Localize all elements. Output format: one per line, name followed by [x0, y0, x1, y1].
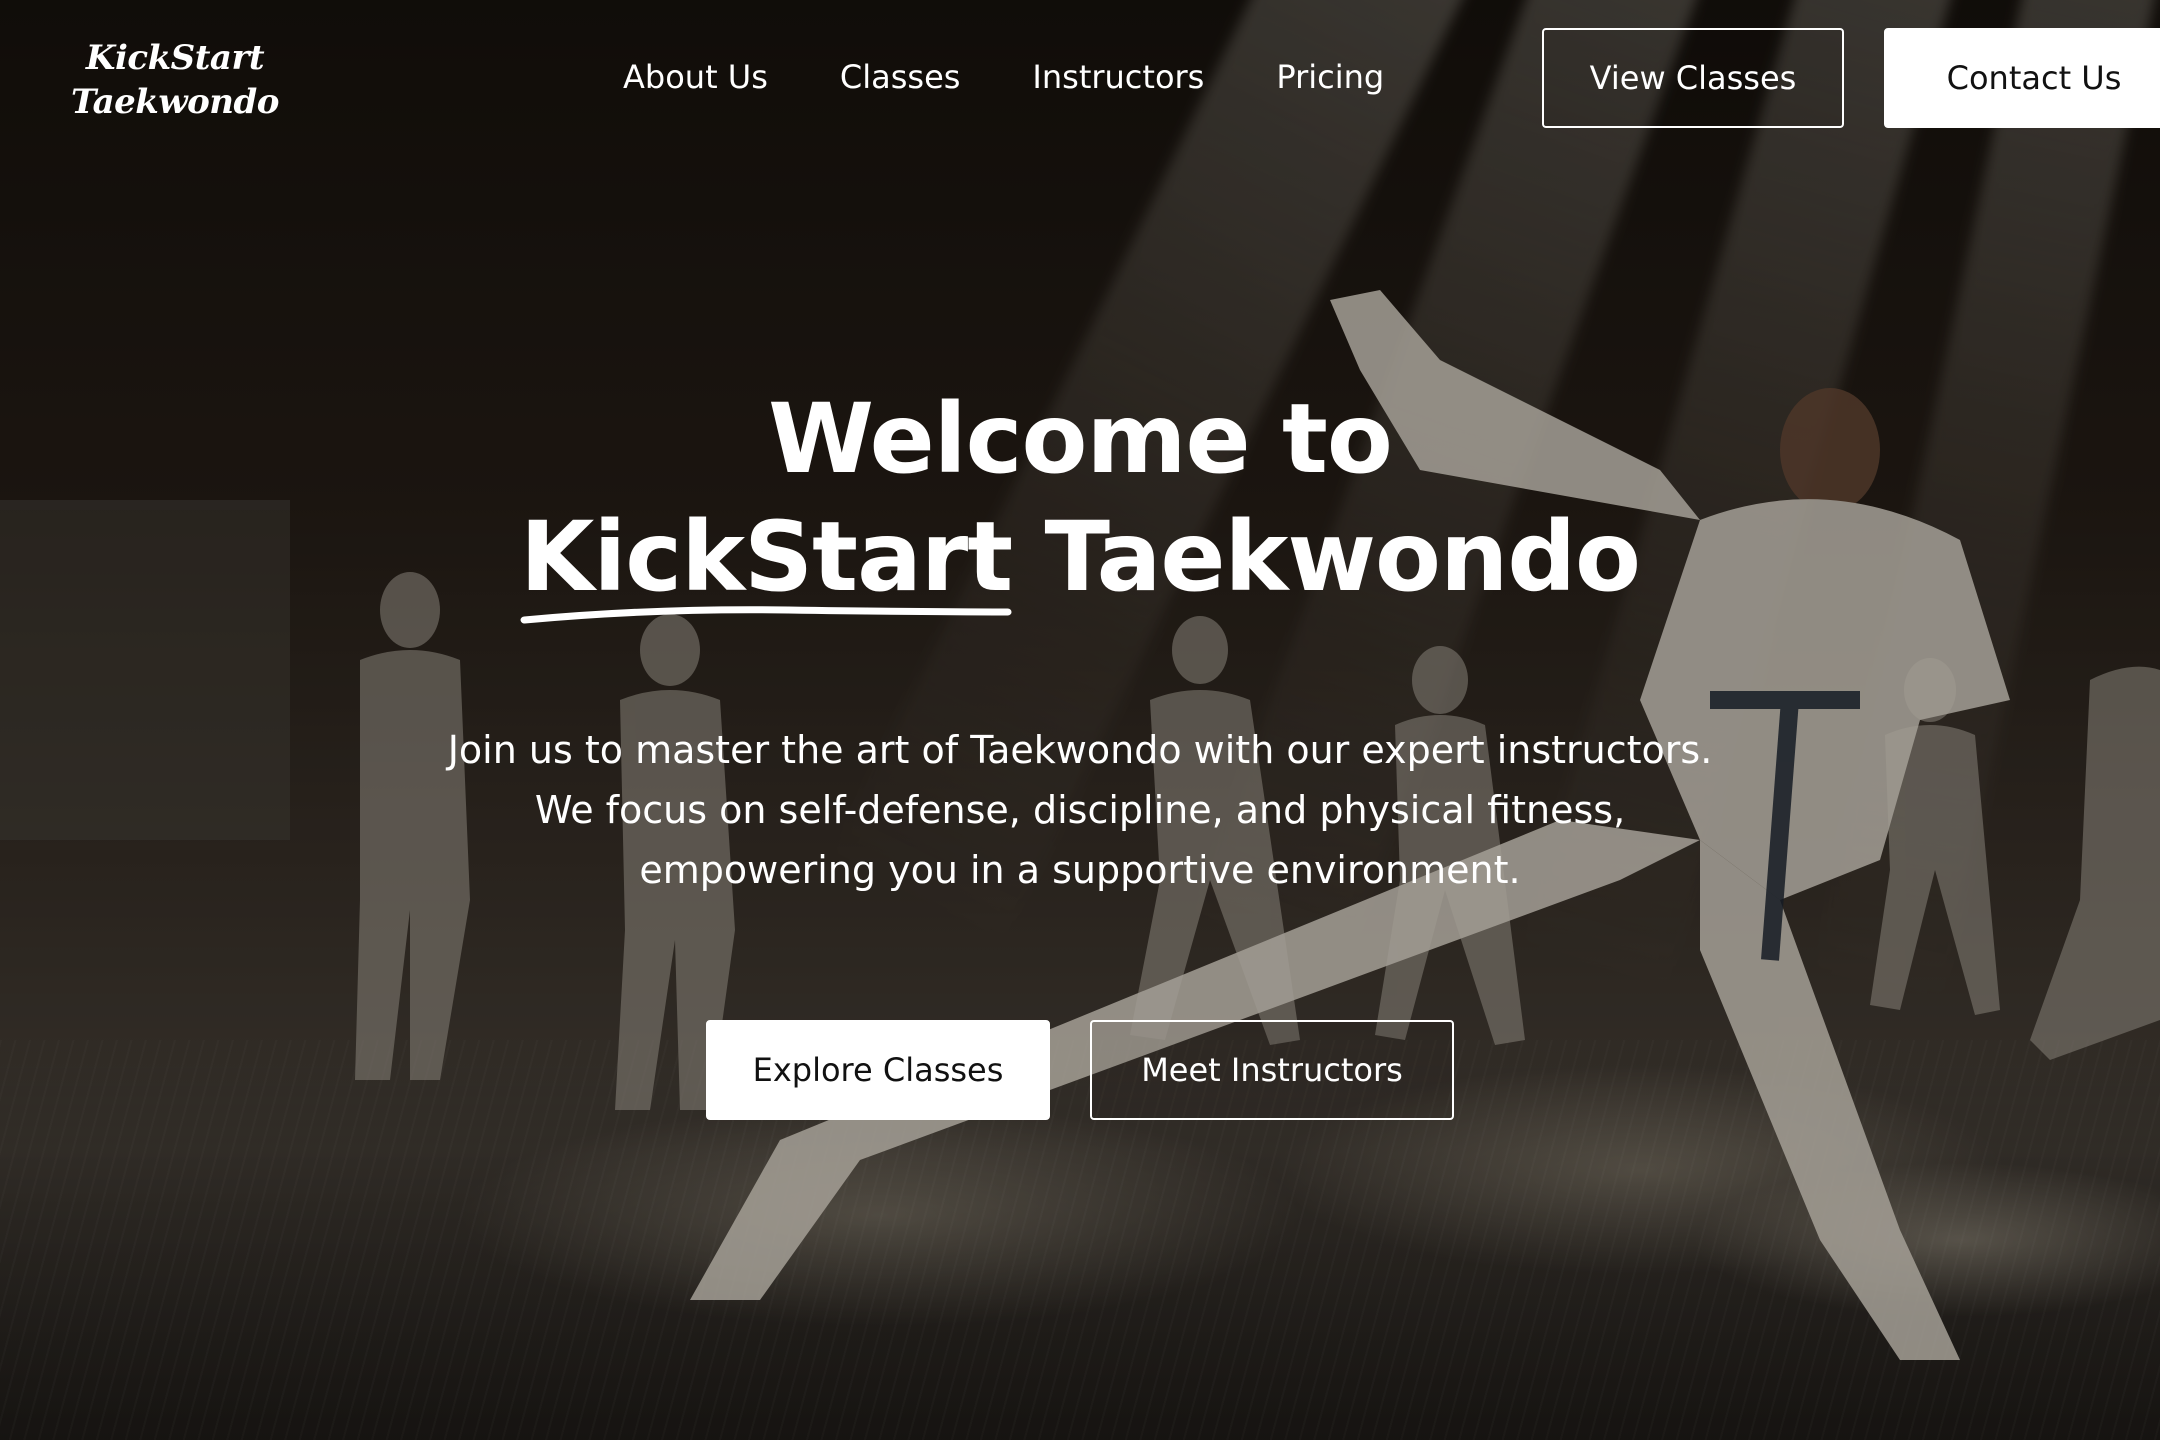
landing-page: KickStart Taekwondo About Us Classes Ins… [0, 0, 2160, 1440]
meet-instructors-button[interactable]: Meet Instructors [1090, 1020, 1454, 1120]
hero-title-line-1: Welcome to [768, 383, 1393, 495]
explore-classes-button[interactable]: Explore Classes [706, 1020, 1050, 1120]
nav-link-instructors[interactable]: Instructors [1032, 52, 1204, 102]
nav-link-about-us[interactable]: About Us [623, 52, 768, 102]
logo-line-2: Taekwondo [71, 82, 279, 122]
brand-logo[interactable]: KickStart Taekwondo [70, 36, 280, 124]
main-navigation: About Us Classes Instructors Pricing [623, 52, 1384, 102]
hero-subtitle: Join us to master the art of Taekwondo w… [447, 728, 1713, 892]
hero-title-highlight: KickStart [519, 498, 1013, 624]
hero-title-line-2: KickStart Taekwondo [380, 498, 1780, 624]
hero-title-highlight-text: KickStart [519, 501, 1013, 613]
nav-link-classes[interactable]: Classes [840, 52, 961, 102]
nav-link-pricing[interactable]: Pricing [1276, 52, 1384, 102]
hero-title-rest: Taekwondo [1044, 501, 1641, 613]
contact-us-button[interactable]: Contact Us [1884, 28, 2160, 128]
logo-line-1: KickStart [85, 38, 265, 78]
view-classes-button[interactable]: View Classes [1542, 28, 1844, 128]
hand-drawn-underline [520, 606, 1012, 624]
hero-title: Welcome to KickStart Taekwondo [380, 380, 1780, 624]
